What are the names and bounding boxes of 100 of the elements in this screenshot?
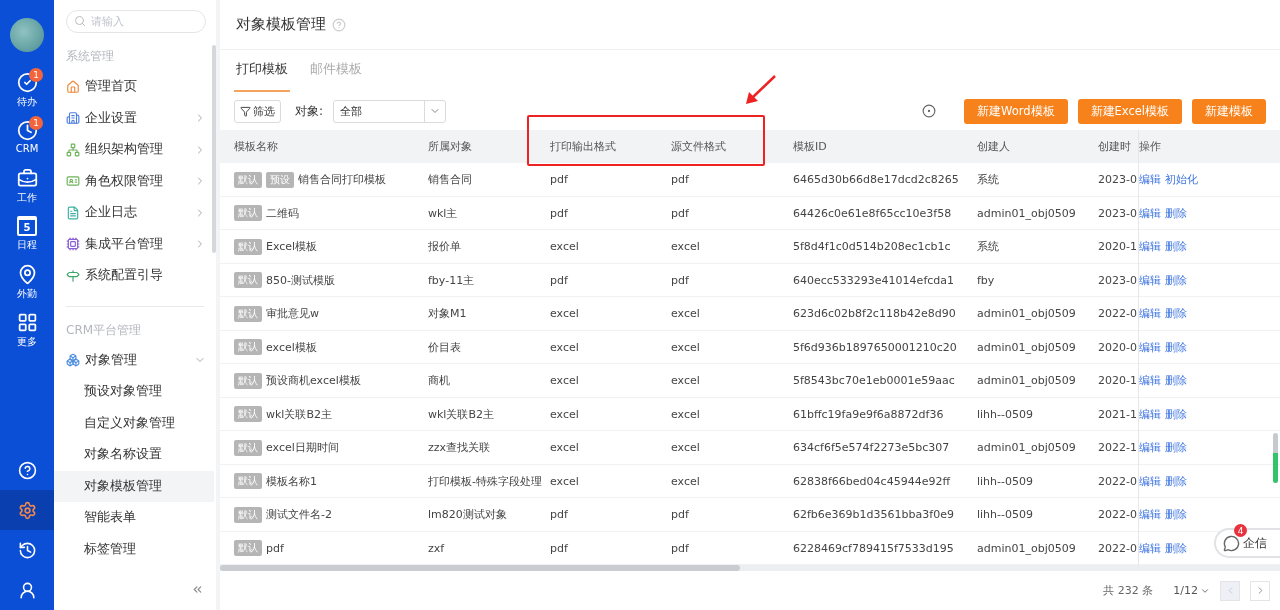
table-cell-text: 打印模板-特殊字段处理: [428, 473, 543, 489]
action-link[interactable]: 删除: [1165, 205, 1187, 221]
table-cell-text: excel: [550, 407, 580, 421]
action-link[interactable]: 删除: [1165, 239, 1187, 255]
action-link[interactable]: 删除: [1165, 339, 1187, 355]
rail-item[interactable]: 工作: [0, 164, 54, 212]
action-link[interactable]: 编辑: [1139, 272, 1161, 288]
action-link[interactable]: 删除: [1165, 440, 1187, 456]
user-avatar[interactable]: [10, 18, 44, 52]
template-name: 审批意见w: [266, 306, 319, 322]
table-cell: 2023-0: [1098, 206, 1138, 220]
action-link[interactable]: 编辑: [1139, 239, 1161, 255]
table-cell-text: excel: [671, 474, 701, 488]
nav-item[interactable]: 对象管理: [66, 344, 216, 376]
action-link[interactable]: 编辑: [1139, 406, 1161, 422]
nav-subitem[interactable]: 对象模板管理: [54, 470, 214, 502]
action-link[interactable]: 编辑: [1139, 172, 1161, 188]
tag: 默认: [234, 372, 262, 389]
table-cell: 2022-0: [1098, 541, 1138, 555]
table-cell: 2023-0: [1098, 273, 1138, 287]
table-cell-text: 6465d30b66d8e17dcd2c8265: [793, 173, 960, 187]
nav-subitem[interactable]: 标签管理: [54, 533, 214, 565]
template-name: wkl关联B2主: [266, 406, 332, 422]
column-header: 所属对象: [428, 139, 473, 154]
rail-item[interactable]: 更多: [0, 308, 54, 356]
action-link[interactable]: 编辑: [1139, 473, 1161, 489]
id-card-icon: [66, 174, 80, 189]
table-cell: 2022-0: [1098, 307, 1138, 321]
tag: 默认: [234, 473, 262, 490]
chip-icon: [66, 237, 80, 252]
table-cell: 2020-1: [1098, 240, 1138, 254]
action-link[interactable]: 编辑: [1139, 507, 1161, 523]
table-cell: 2023-0: [1098, 173, 1138, 187]
action-link[interactable]: 初始化: [1165, 172, 1198, 188]
nav-subitem[interactable]: 对象名称设置: [54, 439, 214, 471]
action-link[interactable]: 编辑: [1139, 339, 1161, 355]
nav-item[interactable]: 组织架构管理: [66, 134, 216, 166]
tab[interactable]: 邮件模板: [308, 61, 364, 92]
building-icon: [66, 111, 80, 126]
tag: 默认: [234, 272, 262, 289]
action-link[interactable]: 编辑: [1139, 440, 1161, 456]
table-cell-text: 640ecc533293e41014efcda1: [793, 273, 956, 287]
action-link[interactable]: 编辑: [1139, 373, 1161, 389]
tag: 默认: [234, 339, 262, 356]
new-template-button[interactable]: 新建Excel模板: [1077, 98, 1182, 124]
table-cell-text: admin01_obj0509: [977, 340, 1077, 354]
section-title: 系统管理: [66, 48, 115, 65]
table-cell-text: 5f8543bc70e1eb0001e59aac: [793, 374, 956, 388]
action-link[interactable]: 编辑: [1139, 306, 1161, 322]
column-header: 创建人: [977, 139, 1011, 154]
table-cell: 2020-0: [1098, 340, 1138, 354]
page-select[interactable]: 1/12: [1173, 584, 1210, 597]
table-cell-text: 对象M1: [428, 306, 468, 322]
table-cell-text: pdf: [550, 541, 569, 555]
nav-item[interactable]: 集成平台管理: [66, 228, 216, 260]
template-name: Excel模板: [266, 239, 318, 255]
action-link[interactable]: 编辑: [1139, 205, 1161, 221]
nav-subitem[interactable]: 智能表单: [54, 502, 214, 534]
action-link[interactable]: 删除: [1165, 272, 1187, 288]
rail-item[interactable]: 5 日程: [0, 212, 54, 260]
nav-item[interactable]: 系统配置引导: [66, 260, 216, 292]
tab[interactable]: 打印模板: [234, 61, 290, 92]
template-name: 模板名称1: [266, 473, 317, 489]
action-link[interactable]: 删除: [1165, 306, 1187, 322]
user-list-icon[interactable]: [17, 580, 37, 600]
table-cell-text: excel: [671, 407, 701, 421]
template-name: 预设商机excel模板: [266, 373, 361, 389]
page-title: 对象模板管理: [236, 15, 326, 34]
filter-button[interactable]: 筛选: [234, 99, 281, 123]
nav-item[interactable]: 角色权限管理: [66, 165, 216, 197]
template-name: pdf: [266, 541, 284, 555]
action-link[interactable]: 删除: [1165, 507, 1187, 523]
filter-icon: [240, 105, 251, 117]
table-cell-text: admin01_obj0509: [977, 374, 1077, 388]
tag: 默认: [234, 540, 262, 557]
action-link[interactable]: 删除: [1165, 373, 1187, 389]
history-icon[interactable]: [17, 540, 37, 560]
nav-item[interactable]: 企业日志: [66, 197, 216, 229]
collapse-icon[interactable]: [191, 583, 204, 596]
action-link[interactable]: 删除: [1165, 473, 1187, 489]
object-select[interactable]: 全部: [333, 99, 447, 123]
rail-item[interactable]: 外勤: [0, 260, 54, 308]
action-link[interactable]: 删除: [1165, 540, 1187, 556]
boxes-icon: [66, 353, 80, 368]
count-badge: 1: [29, 116, 43, 130]
column-header: 源文件格式: [671, 139, 727, 154]
rail-item[interactable]: CRM 1: [0, 116, 54, 164]
nav-subitem[interactable]: 自定义对象管理: [54, 407, 214, 439]
rail-item[interactable]: 待办 1: [0, 68, 54, 116]
nav-subitem[interactable]: 预设对象管理: [54, 376, 214, 408]
table-cell-text: zzx查找关联: [428, 440, 492, 456]
nav-item[interactable]: 企业设置: [66, 102, 216, 134]
template-name: 二维码: [266, 205, 299, 221]
new-template-button[interactable]: 新建模板: [1192, 98, 1266, 124]
action-link[interactable]: 编辑: [1139, 540, 1161, 556]
nav-item[interactable]: 管理首页: [66, 71, 216, 103]
action-link[interactable]: 删除: [1165, 406, 1187, 422]
new-template-button[interactable]: 新建Word模板: [963, 98, 1068, 124]
table-cell-text: excel: [671, 307, 701, 321]
table-cell-text: wkl主: [428, 205, 459, 221]
